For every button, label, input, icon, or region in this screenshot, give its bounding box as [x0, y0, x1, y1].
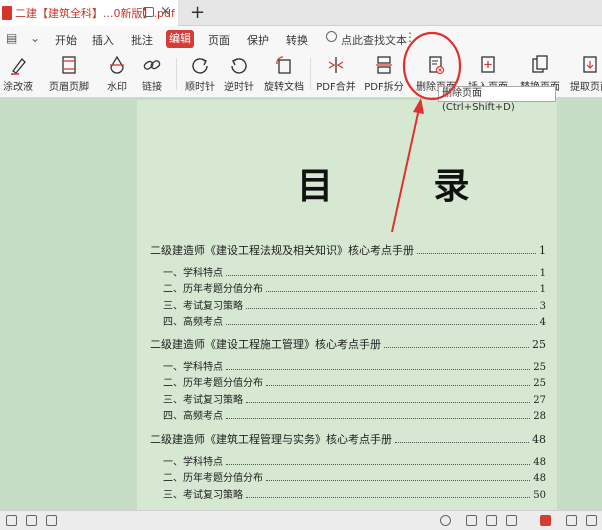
status-bar — [0, 510, 602, 530]
first-page-icon[interactable] — [26, 515, 37, 526]
annotation-circle — [402, 31, 462, 101]
eye-view-icon[interactable] — [440, 515, 451, 526]
continuous-view-icon[interactable] — [506, 515, 517, 526]
double-page-view-icon[interactable] — [486, 515, 497, 526]
single-page-view-icon[interactable] — [466, 515, 477, 526]
prev-page-icon[interactable] — [46, 515, 57, 526]
fullscreen-icon[interactable] — [586, 515, 597, 526]
annotation-arrowhead — [413, 98, 424, 114]
annotation-arrow — [391, 103, 421, 233]
play-icon[interactable] — [540, 515, 551, 526]
fit-page-icon[interactable] — [566, 515, 577, 526]
page-panel-icon[interactable] — [6, 515, 17, 526]
annotation-overlay — [391, 31, 462, 233]
